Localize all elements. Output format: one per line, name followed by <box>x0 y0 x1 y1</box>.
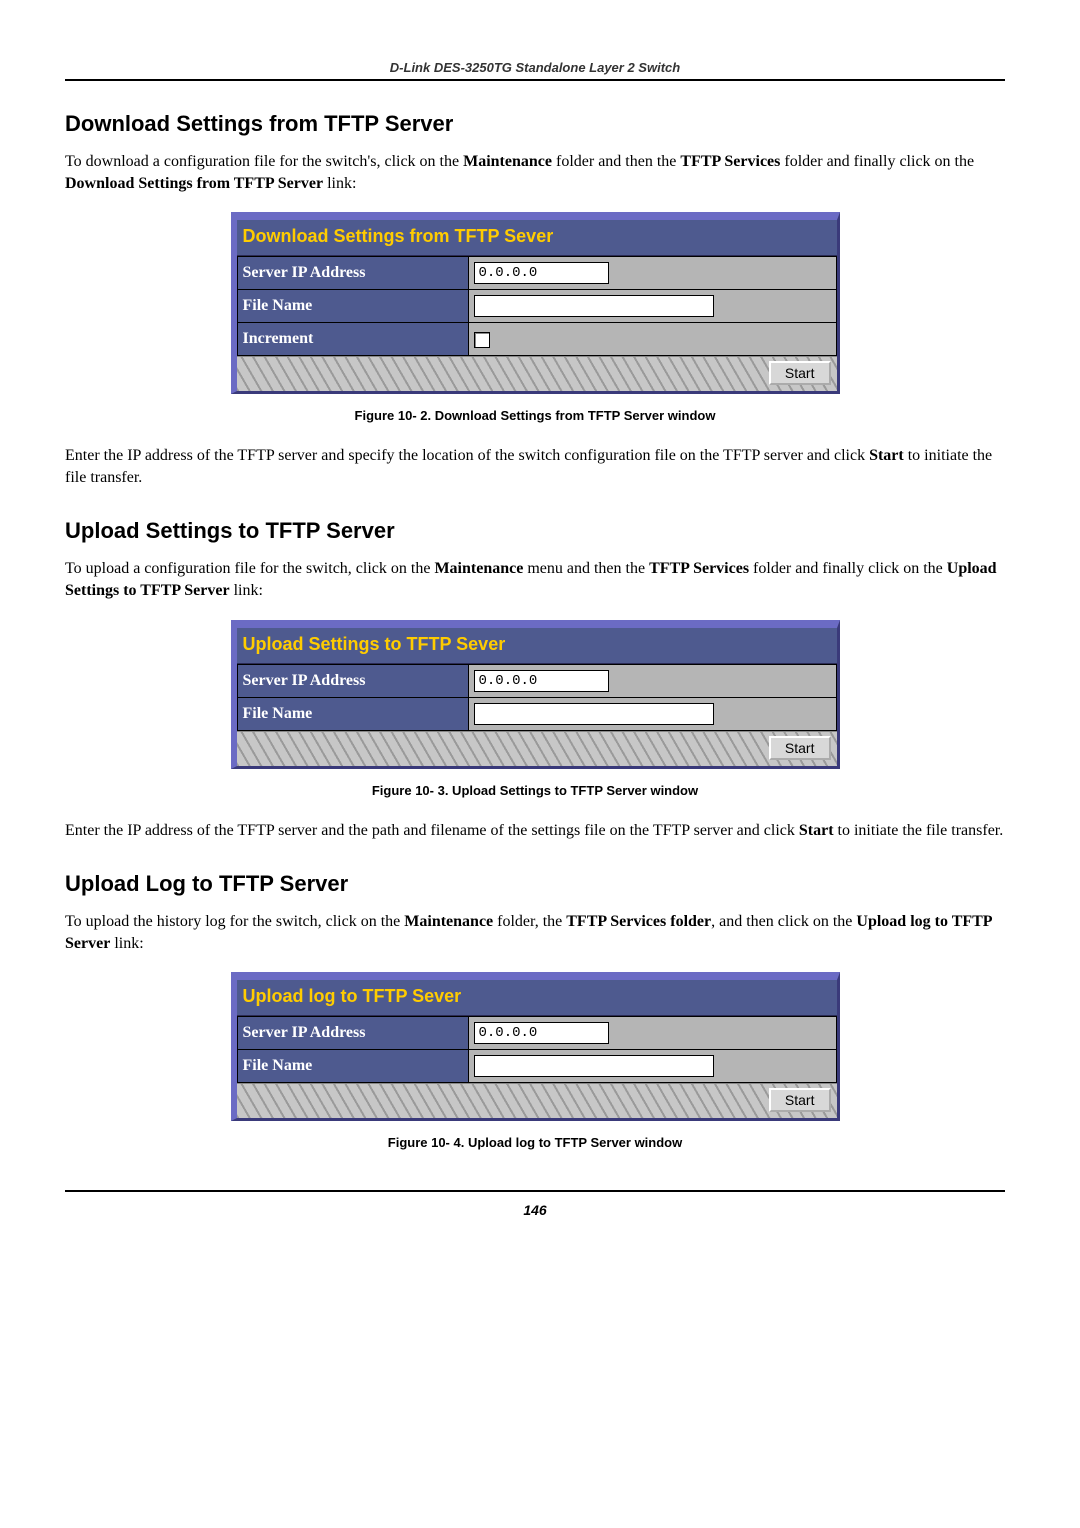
text: Enter the IP address of the TFTP server … <box>65 447 869 464</box>
file-name-input[interactable] <box>474 295 714 317</box>
figure-upload-settings-panel: Upload Settings to TFTP Sever Server IP … <box>231 620 840 769</box>
text: folder and then the <box>552 153 680 170</box>
field-increment <box>468 323 836 356</box>
text: To upload the history log for the switch… <box>65 913 404 930</box>
heading-upload-log: Upload Log to TFTP Server <box>65 871 1005 897</box>
figure-download-panel: Download Settings from TFTP Sever Server… <box>231 212 840 394</box>
label-server-ip: Server IP Address <box>237 664 468 697</box>
label-file-name: File Name <box>237 290 468 323</box>
text-bold: TFTP Services folder <box>566 913 711 930</box>
text-bold: Maintenance <box>404 913 493 930</box>
figure-caption-10-3: Figure 10- 3. Upload Settings to TFTP Se… <box>65 783 1005 798</box>
file-name-input[interactable] <box>474 703 714 725</box>
text: link: <box>323 175 356 192</box>
paragraph-upload-settings-intro: To upload a configuration file for the s… <box>65 558 1005 601</box>
panel-title: Download Settings from TFTP Sever <box>237 220 837 256</box>
text-bold: Start <box>869 447 904 464</box>
paragraph-upload-settings-after: Enter the IP address of the TFTP server … <box>65 820 1005 842</box>
footer-rule <box>65 1190 1005 1192</box>
paragraph-download-intro: To download a configuration file for the… <box>65 151 1005 194</box>
panel-title: Upload Settings to TFTP Sever <box>237 628 837 664</box>
figure-caption-10-4: Figure 10- 4. Upload log to TFTP Server … <box>65 1135 1005 1150</box>
field-server-ip <box>468 664 836 697</box>
panel-title: Upload log to TFTP Sever <box>237 980 837 1016</box>
increment-checkbox[interactable] <box>474 332 490 348</box>
label-file-name: File Name <box>237 1050 468 1083</box>
text: to initiate the file transfer. <box>834 822 1004 839</box>
paragraph-upload-log-intro: To upload the history log for the switch… <box>65 911 1005 954</box>
text: folder, the <box>493 913 566 930</box>
panel-footer: Start <box>237 1083 837 1118</box>
panel-footer: Start <box>237 731 837 766</box>
field-server-ip <box>468 1017 836 1050</box>
file-name-input[interactable] <box>474 1055 714 1077</box>
paragraph-download-after: Enter the IP address of the TFTP server … <box>65 445 1005 488</box>
text: folder and finally click on the <box>780 153 974 170</box>
heading-upload-settings: Upload Settings to TFTP Server <box>65 518 1005 544</box>
text: , and then click on the <box>711 913 856 930</box>
field-file-name <box>468 1050 836 1083</box>
text: To upload a configuration file for the s… <box>65 560 434 577</box>
form-table: Server IP Address File Name <box>237 1016 837 1083</box>
field-server-ip <box>468 257 836 290</box>
text-bold: Download Settings from TFTP Server <box>65 175 323 192</box>
text-bold: Maintenance <box>463 153 552 170</box>
form-table: Server IP Address File Name Increment <box>237 256 837 356</box>
server-ip-input[interactable] <box>474 1022 609 1044</box>
panel-footer: Start <box>237 356 837 391</box>
label-server-ip: Server IP Address <box>237 1017 468 1050</box>
server-ip-input[interactable] <box>474 670 609 692</box>
text-bold: TFTP Services <box>649 560 749 577</box>
text: folder and finally click on the <box>749 560 947 577</box>
text: To download a configuration file for the… <box>65 153 463 170</box>
start-button[interactable]: Start <box>769 361 831 385</box>
text: Enter the IP address of the TFTP server … <box>65 822 799 839</box>
text-bold: Start <box>799 822 834 839</box>
form-table: Server IP Address File Name <box>237 664 837 731</box>
start-button[interactable]: Start <box>769 1088 831 1112</box>
page-number: 146 <box>65 1202 1005 1218</box>
figure-caption-10-2: Figure 10- 2. Download Settings from TFT… <box>65 408 1005 423</box>
field-file-name <box>468 697 836 730</box>
heading-download-settings: Download Settings from TFTP Server <box>65 111 1005 137</box>
field-file-name <box>468 290 836 323</box>
text-bold: Maintenance <box>434 560 523 577</box>
label-increment: Increment <box>237 323 468 356</box>
text: link: <box>110 935 143 952</box>
text-bold: TFTP Services <box>680 153 780 170</box>
text: link: <box>230 582 263 599</box>
label-server-ip: Server IP Address <box>237 257 468 290</box>
server-ip-input[interactable] <box>474 262 609 284</box>
running-header: D-Link DES-3250TG Standalone Layer 2 Swi… <box>65 60 1005 79</box>
start-button[interactable]: Start <box>769 736 831 760</box>
text: menu and then the <box>523 560 649 577</box>
figure-upload-log-panel: Upload log to TFTP Sever Server IP Addre… <box>231 972 840 1121</box>
label-file-name: File Name <box>237 697 468 730</box>
header-rule <box>65 79 1005 81</box>
